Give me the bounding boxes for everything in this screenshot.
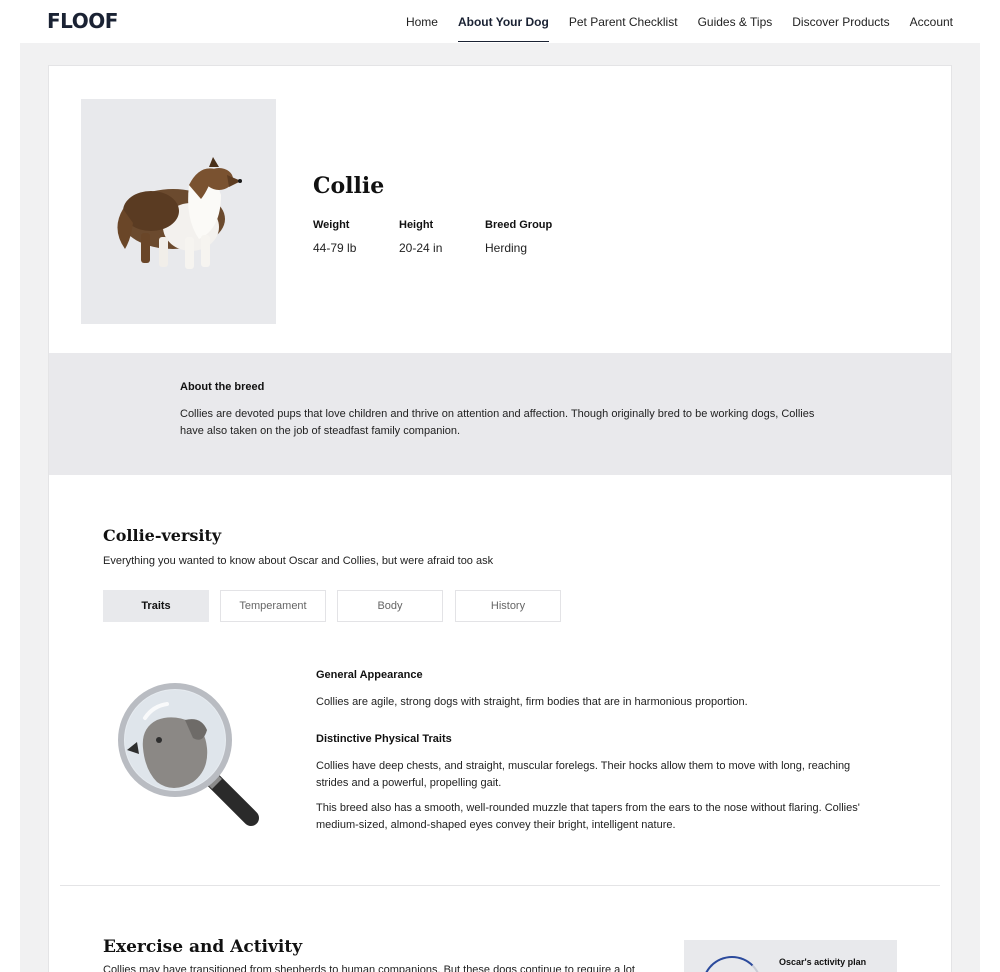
nav-home[interactable]: Home [406,0,438,43]
tab-temperament[interactable]: Temperament [220,590,326,622]
floof-logo[interactable]: FLOOF [47,9,118,33]
nav-about-your-dog[interactable]: About Your Dog [457,0,549,43]
versity-title: Collie-versity [103,526,222,545]
tab-traits[interactable]: Traits [103,590,209,622]
trait-text-physical-1: Collies have deep chests, and straight, … [316,760,851,789]
main-nav: Home About Your Dog Pet Parent Checklist… [406,0,953,43]
versity-subtitle: Everything you wanted to know about Osca… [103,555,494,567]
activity-progress-ring [702,956,762,972]
trait-text-general-appearance: Collies are agile, strong dogs with stra… [316,696,748,708]
stat-value-height: 20-24 in [399,241,443,255]
stat-label-height: Height [399,219,434,231]
activity-plan-title: Oscar's activity plan [779,957,867,967]
stat-weight: Weight 44-79 lb [313,219,356,255]
top-navigation-bar: FLOOF Home About Your Dog Pet Parent Che… [0,0,1000,43]
nav-account[interactable]: Account [910,0,953,43]
breed-name: Collie [313,173,385,199]
stat-label-breed-group: Breed Group [485,219,553,231]
trait-heading-distinctive-physical: Distinctive Physical Traits [316,733,452,745]
about-breed-text: Collies are devoted pups that love child… [180,408,815,437]
trait-text-physical-2: This breed also has a smooth, well-round… [316,802,860,831]
activity-plan-card[interactable]: Oscar's activity plan [684,940,897,972]
stat-breed-group: Breed Group Herding [485,219,552,255]
stat-value-breed-group: Herding [485,241,528,255]
nav-discover-products[interactable]: Discover Products [792,0,889,43]
stat-height: Height 20-24 in [399,219,442,255]
stat-label-weight: Weight [313,219,350,231]
exercise-title: Exercise and Activity [103,937,303,957]
exercise-text: Collies may have transitioned from sheph… [103,964,635,972]
about-breed-title: About the breed [180,381,265,393]
tab-history[interactable]: History [455,590,561,622]
section-divider [60,885,940,886]
collie-dog-photo [81,99,276,324]
trait-heading-general-appearance: General Appearance [316,669,423,681]
stat-value-weight: 44-79 lb [313,241,357,255]
nav-pet-parent-checklist[interactable]: Pet Parent Checklist [569,0,678,43]
tab-body[interactable]: Body [337,590,443,622]
magnifying-glass-dog-icon [113,678,273,838]
nav-guides-tips[interactable]: Guides & Tips [698,0,773,43]
